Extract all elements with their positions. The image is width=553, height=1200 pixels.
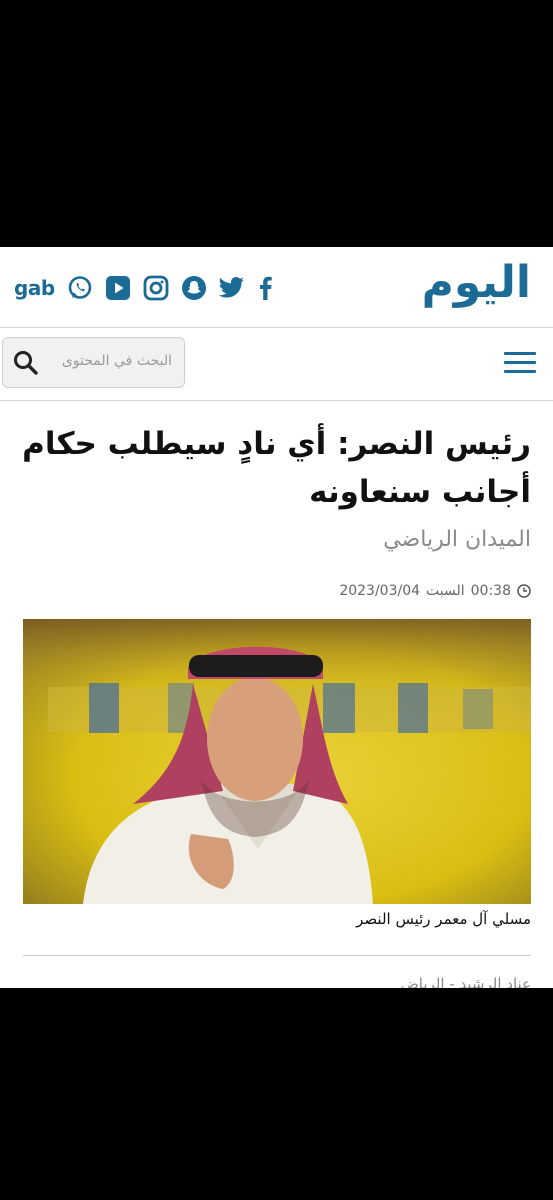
search-input[interactable]: البحث في المحتوى <box>2 337 185 388</box>
instagram-icon[interactable] <box>143 275 169 301</box>
youtube-icon[interactable] <box>105 275 131 301</box>
site-header: gab اليوم <box>0 247 553 328</box>
article-day: السبت <box>426 583 465 599</box>
social-links: gab <box>14 273 285 303</box>
article-author: عناد الرشيد - الرياض <box>400 975 531 988</box>
article-time: 00:38 <box>470 583 511 599</box>
article-page: gab اليوم البحث في المحتوى رئيس النصر: أ… <box>0 247 553 988</box>
hamburger-menu-icon[interactable] <box>504 352 536 376</box>
clock-icon <box>517 584 531 598</box>
article-category[interactable]: الميدان الرياضي <box>383 527 531 552</box>
whatsapp-icon[interactable] <box>67 275 93 301</box>
search-placeholder: البحث في المحتوى <box>61 353 172 369</box>
facebook-icon[interactable] <box>257 275 273 301</box>
photo-caption: مسلي آل معمر رئيس النصر <box>356 910 531 928</box>
snapchat-icon[interactable] <box>181 275 207 301</box>
search-icon[interactable] <box>13 350 39 380</box>
divider <box>23 955 531 956</box>
article-dateline: 00:38 السبت 2023/03/04 <box>333 583 531 599</box>
article-title: رئيس النصر: أي نادٍ سيطلب حكام أجانب سنع… <box>22 426 531 510</box>
article-date: 2023/03/04 <box>339 583 421 599</box>
gab-link[interactable]: gab <box>14 276 55 300</box>
site-logo[interactable]: اليوم <box>422 257 532 308</box>
article-photo <box>23 619 531 904</box>
twitter-icon[interactable] <box>218 275 245 301</box>
search-bar-row: البحث في المحتوى <box>0 328 553 401</box>
